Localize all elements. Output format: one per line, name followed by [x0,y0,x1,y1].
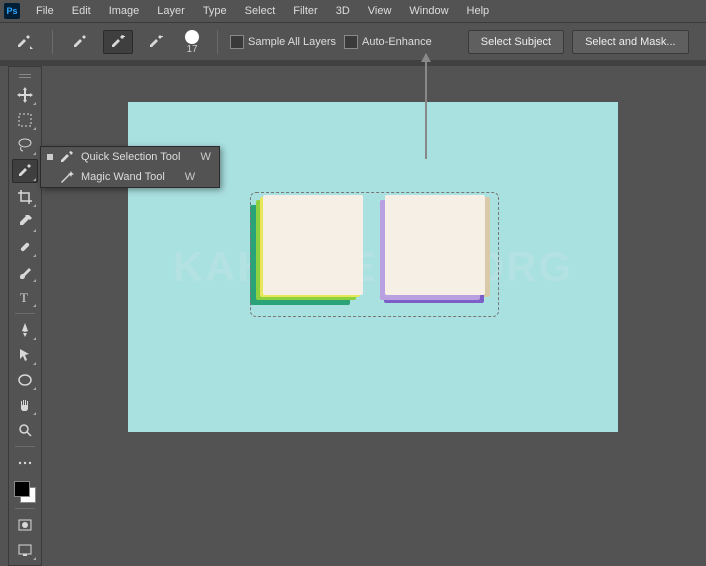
app-logo: Ps [4,3,20,19]
flyout-shortcut: W [185,171,195,183]
flyout-item-magic-wand[interactable]: Magic Wand Tool W [41,167,219,187]
flyout-label: Magic Wand Tool [81,171,165,183]
separator [217,30,218,54]
menu-image[interactable]: Image [101,3,148,19]
separator [15,313,35,314]
menu-window[interactable]: Window [401,3,456,19]
tool-pen[interactable] [13,319,37,341]
foreground-swatch [14,481,30,497]
menu-help[interactable]: Help [459,3,498,19]
grip-icon[interactable] [13,71,37,81]
tools-panel: T [8,66,42,566]
selection-marquee [250,192,499,317]
new-selection-button[interactable] [65,30,95,54]
flyout-item-quick-selection[interactable]: Quick Selection Tool W [41,147,219,167]
select-and-mask-button[interactable]: Select and Mask... [572,30,689,54]
checkbox-label: Auto-Enhance [362,36,432,48]
add-to-selection-button[interactable] [103,30,133,54]
menu-3d[interactable]: 3D [328,3,358,19]
sample-all-layers-checkbox[interactable]: Sample All Layers [230,35,336,49]
edit-toolbar-button[interactable] [13,452,37,474]
tool-marquee[interactable] [13,109,37,131]
brush-preview-icon [185,30,199,44]
tool-brush[interactable] [13,261,37,283]
menu-edit[interactable]: Edit [64,3,99,19]
tool-type[interactable]: T [13,286,37,308]
document-tabbar [0,60,706,66]
svg-text:T: T [20,290,28,304]
annotation-arrow [425,54,427,159]
tool-zoom[interactable] [13,419,37,441]
magic-wand-icon [59,171,75,183]
menu-select[interactable]: Select [237,3,284,19]
menu-type[interactable]: Type [195,3,235,19]
menubar: Ps File Edit Image Layer Type Select Fil… [0,0,706,23]
separator [15,446,35,447]
auto-enhance-checkbox[interactable]: Auto-Enhance [344,35,432,49]
options-bar: 17 Sample All Layers Auto-Enhance Select… [0,23,706,62]
flyout-label: Quick Selection Tool [81,151,180,163]
quick-selection-icon [59,151,75,163]
separator [52,30,53,54]
tool-lasso[interactable] [13,134,37,156]
tool-preset-picker[interactable] [10,30,40,54]
brush-picker[interactable]: 17 [179,30,205,55]
tool-path-selection[interactable] [13,344,37,366]
menu-view[interactable]: View [360,3,400,19]
checkbox-icon [344,35,358,49]
menu-file[interactable]: File [28,3,62,19]
menu-layer[interactable]: Layer [149,3,193,19]
tool-eyedropper[interactable] [13,211,37,233]
checkbox-label: Sample All Layers [248,36,336,48]
flyout-shortcut: W [200,151,210,163]
select-subject-button[interactable]: Select Subject [468,30,564,54]
tool-hand[interactable] [13,394,37,416]
color-swatches[interactable] [14,481,36,503]
subtract-from-selection-button[interactable] [141,30,171,54]
screen-mode-button[interactable] [13,539,37,561]
tool-healing-brush[interactable] [13,236,37,258]
menu-filter[interactable]: Filter [285,3,325,19]
canvas-area: KAK-SDELAT.ORG [50,72,696,523]
tool-move[interactable] [13,84,37,106]
tool-crop[interactable] [13,186,37,208]
tool-quick-selection[interactable] [12,159,38,183]
separator [15,508,35,509]
quick-selection-flyout: Quick Selection Tool W Magic Wand Tool W [40,146,220,188]
checkbox-icon [230,35,244,49]
brush-size-label: 17 [186,44,197,55]
active-dot-icon [47,154,53,160]
tool-shape[interactable] [13,369,37,391]
